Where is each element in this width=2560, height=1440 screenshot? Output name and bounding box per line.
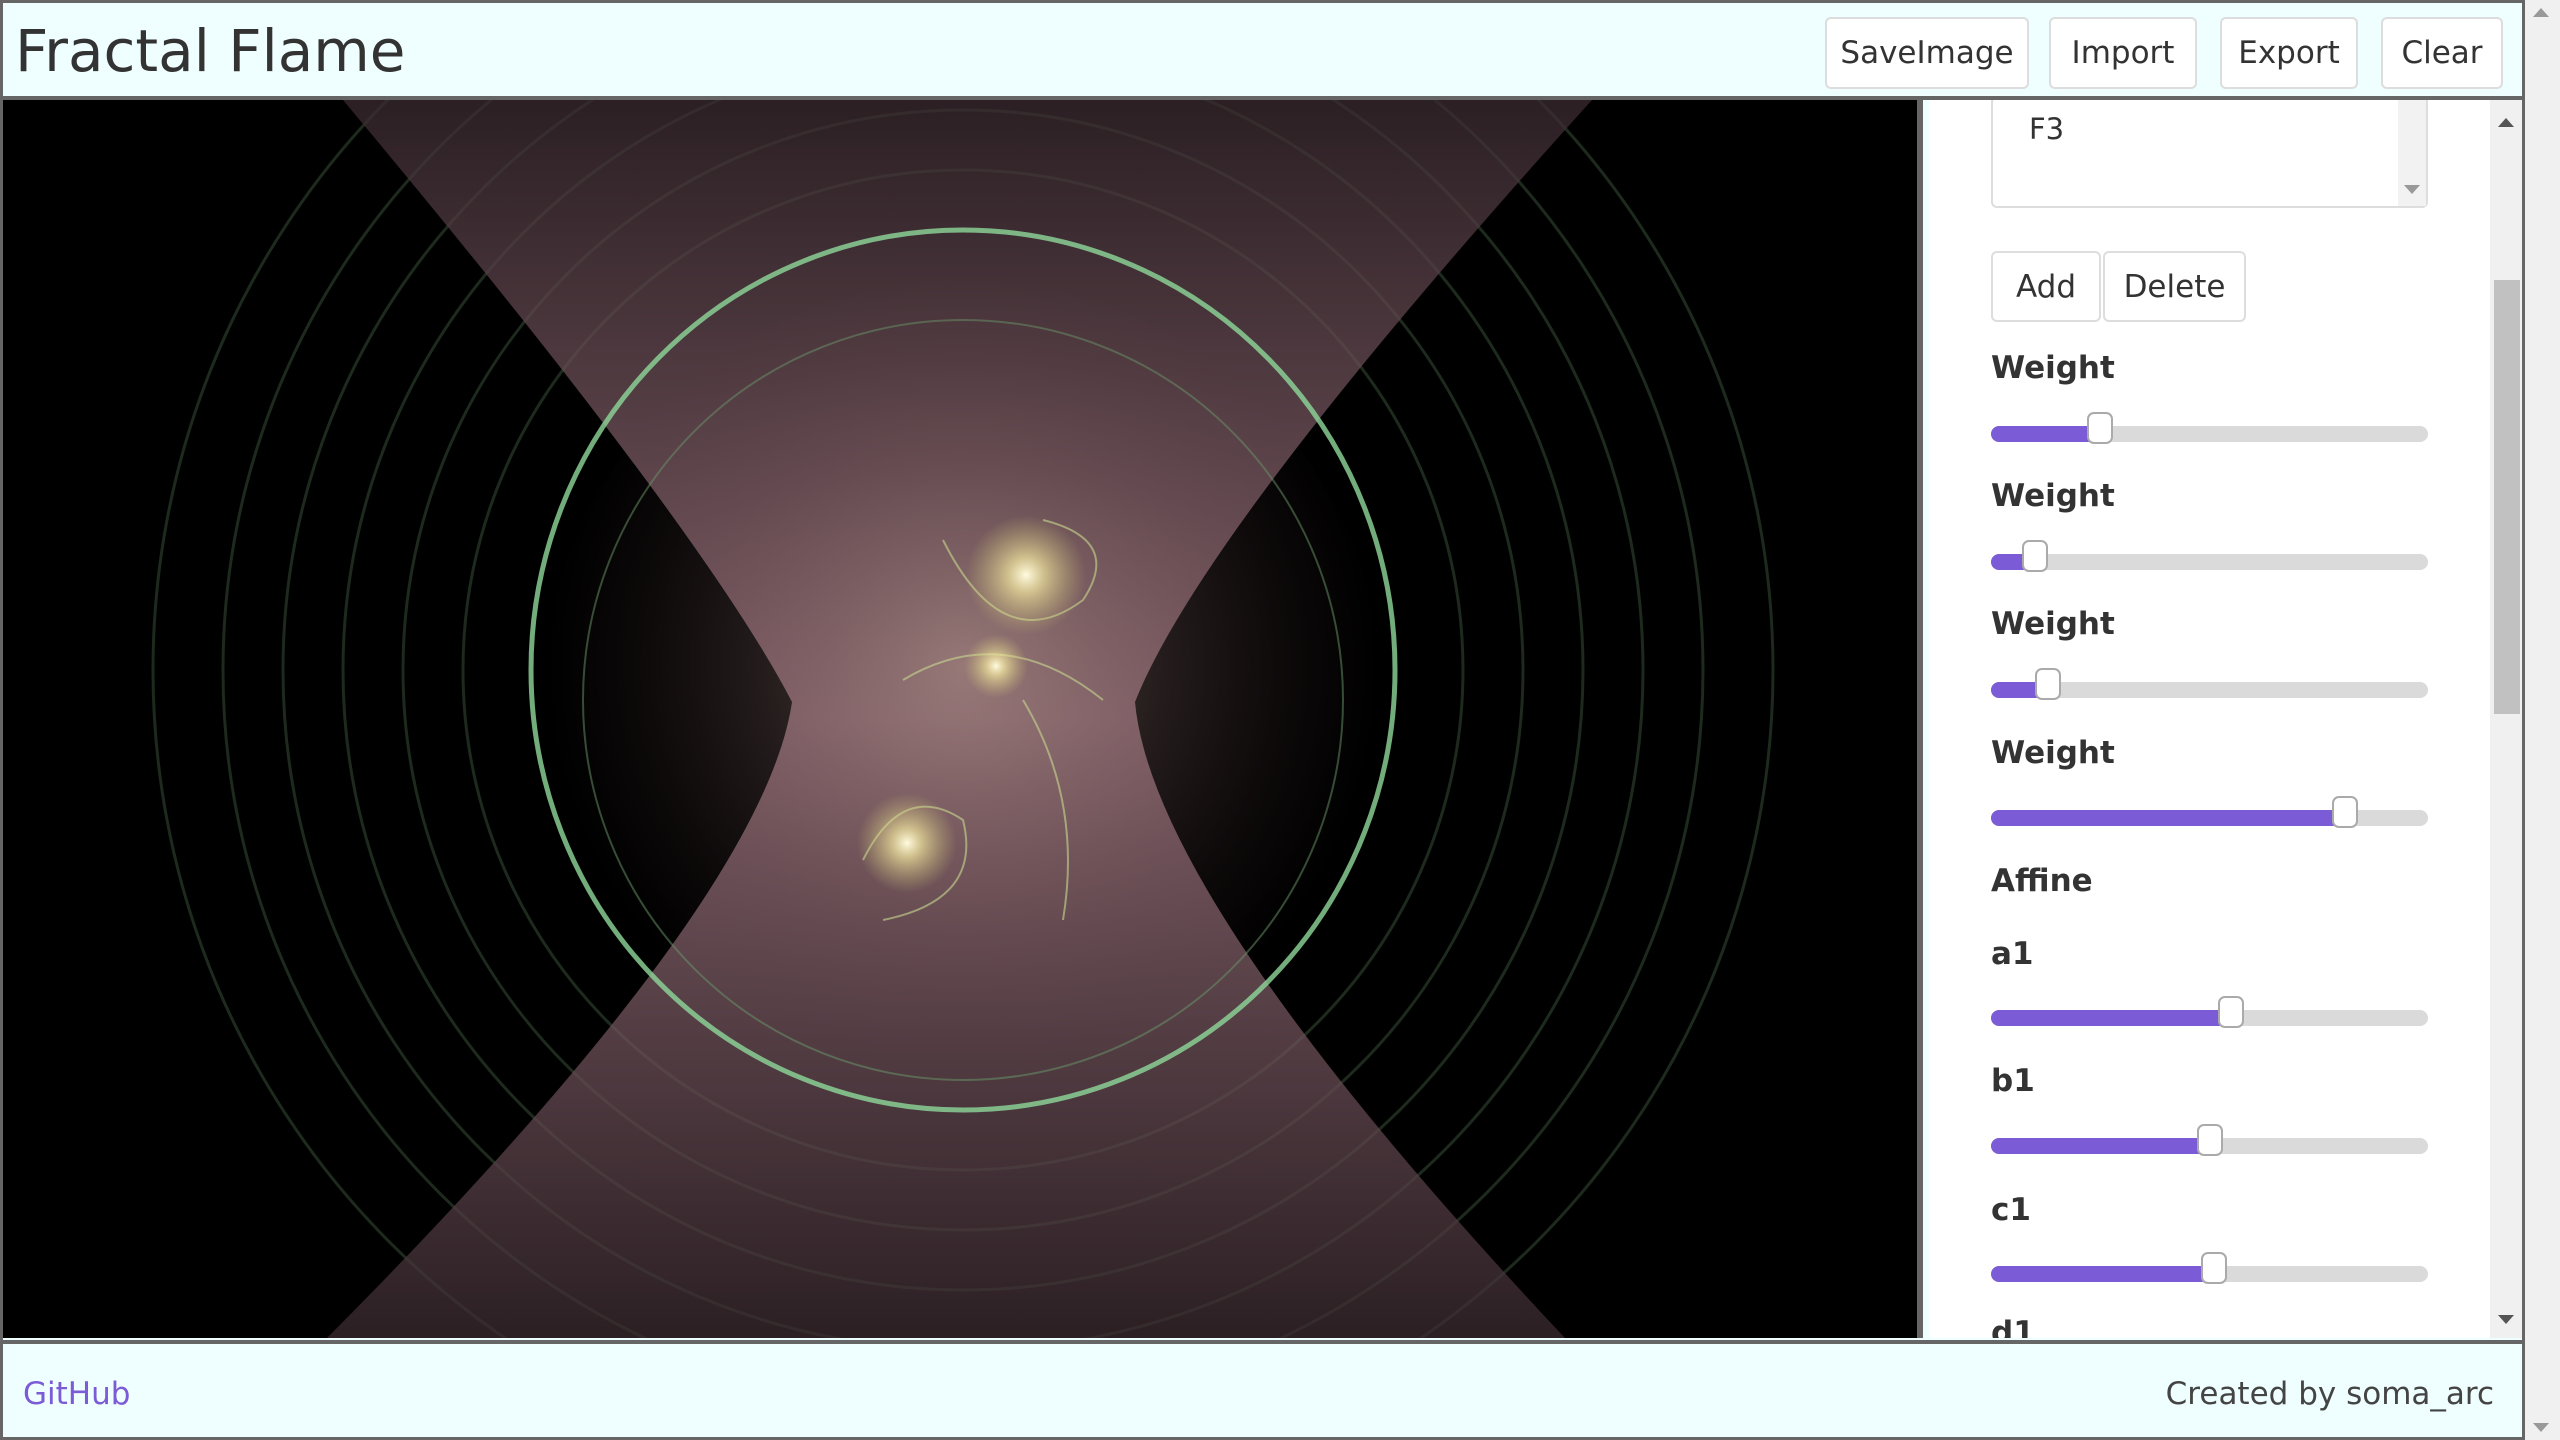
- weight-label: Weight: [1991, 606, 2115, 642]
- function-list[interactable]: F3: [1991, 100, 2428, 208]
- credit-text: Created by soma_arc: [2165, 1376, 2494, 1412]
- slider-thumb[interactable]: [2218, 996, 2245, 1028]
- scroll-up-icon[interactable]: [2498, 118, 2514, 127]
- b1-slider[interactable]: [1991, 1124, 2428, 1156]
- import-button[interactable]: Import: [2049, 17, 2197, 89]
- scroll-down-icon[interactable]: [2533, 1423, 2549, 1432]
- save-image-button[interactable]: SaveImage: [1825, 17, 2029, 89]
- scroll-down-icon[interactable]: [2498, 1315, 2514, 1324]
- weight-slider[interactable]: [1991, 540, 2428, 572]
- control-panel: F3 Add Delete Weight Weight Weight Weigh…: [1929, 100, 2522, 1338]
- d1-label: d1: [1991, 1315, 2035, 1338]
- weight-label: Weight: [1991, 350, 2115, 386]
- slider-fill: [1991, 1266, 2214, 1282]
- bright-spot: [966, 515, 1086, 635]
- slider-fill: [1991, 810, 2345, 826]
- footer: GitHub Created by soma_arc: [3, 1340, 2522, 1437]
- slider-fill: [1991, 1010, 2232, 1026]
- github-link[interactable]: GitHub: [23, 1376, 130, 1412]
- clear-button[interactable]: Clear: [2381, 17, 2503, 89]
- page-scrollbar[interactable]: [2525, 0, 2560, 1440]
- slider-thumb[interactable]: [2021, 540, 2048, 572]
- a1-slider[interactable]: [1991, 996, 2428, 1028]
- weight-slider[interactable]: [1991, 668, 2428, 700]
- list-item[interactable]: F3: [2029, 112, 2064, 146]
- c1-label: c1: [1991, 1192, 2031, 1228]
- weight-label: Weight: [1991, 735, 2115, 771]
- slider-fill: [1991, 426, 2101, 442]
- a1-label: a1: [1991, 936, 2034, 972]
- b1-label: b1: [1991, 1063, 2035, 1099]
- slider-thumb[interactable]: [2200, 1252, 2227, 1284]
- weight-slider[interactable]: [1991, 796, 2428, 828]
- bright-spot: [857, 793, 957, 893]
- bright-spot: [964, 634, 1028, 698]
- scrollbar-thumb[interactable]: [2494, 280, 2520, 714]
- slider-thumb[interactable]: [2331, 796, 2358, 828]
- slider-fill: [1991, 1138, 2210, 1154]
- c1-slider[interactable]: [1991, 1252, 2428, 1284]
- slider-thumb[interactable]: [2034, 668, 2061, 700]
- add-button[interactable]: Add: [1991, 251, 2101, 322]
- page-title: Fractal Flame: [15, 17, 406, 85]
- export-button[interactable]: Export: [2220, 17, 2358, 89]
- header: Fractal Flame SaveImage Import Export Cl…: [3, 3, 2522, 100]
- fractal-canvas[interactable]: [3, 100, 1923, 1338]
- scroll-up-icon[interactable]: [2533, 8, 2549, 17]
- delete-button[interactable]: Delete: [2103, 251, 2246, 322]
- panel-scrollbar[interactable]: [2490, 100, 2522, 1338]
- app-window: Fractal Flame SaveImage Import Export Cl…: [0, 0, 2525, 1440]
- affine-heading: Affine: [1991, 863, 2093, 899]
- chevron-down-icon: [2404, 185, 2420, 194]
- weight-label: Weight: [1991, 478, 2115, 514]
- weight-slider[interactable]: [1991, 412, 2428, 444]
- slider-thumb[interactable]: [2196, 1124, 2223, 1156]
- slider-thumb[interactable]: [2087, 412, 2114, 444]
- list-scrollbar[interactable]: [2398, 100, 2426, 206]
- fractal-flame-image: [151, 100, 1775, 1338]
